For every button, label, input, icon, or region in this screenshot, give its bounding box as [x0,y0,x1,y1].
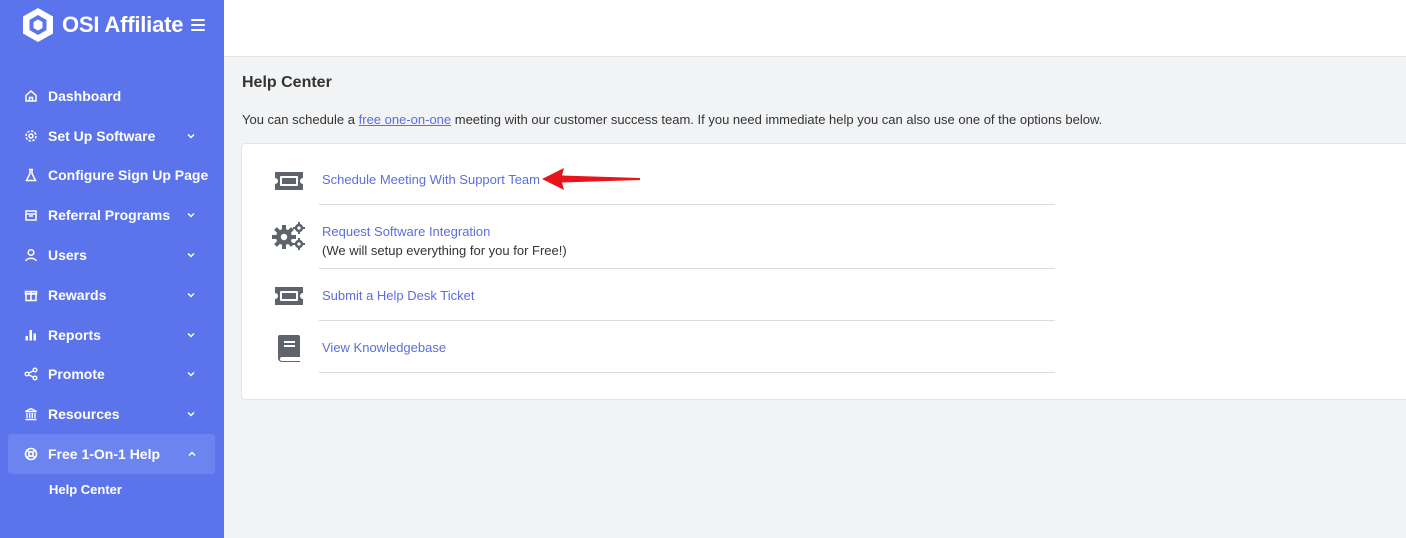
top-header [224,0,1406,57]
sidebar-item-label: Reports [48,326,101,343]
sidebar-item-label: Rewards [48,286,107,303]
chevron-down-icon [187,213,195,218]
sidebar-item-dashboard[interactable]: Dashboard [0,76,224,116]
sidebar-item-label: Dashboard [48,87,122,104]
submit-ticket-link[interactable]: Submit a Help Desk Ticket [322,288,474,303]
sidebar-item-label: Resources [48,406,120,423]
intro-after: meeting with our customer success team. … [451,112,1103,127]
sidebar-item-label: Referral Programs [48,207,171,224]
option-view-knowledgebase: View Knowledgebase [242,321,1062,373]
free-one-on-one-link[interactable]: free one-on-one [359,112,452,127]
sidebar-item-label: Promote [48,366,105,383]
bar-chart-icon [23,327,38,342]
sidebar-item-users[interactable]: Users [0,235,224,275]
home-icon [23,88,38,103]
ticket-icon [272,164,306,198]
option-request-integration: Request Software Integration (We will se… [242,205,1062,269]
bank-icon [23,407,38,422]
gift-icon [23,287,38,302]
page-title: Help Center [242,74,332,91]
intro-before: You can schedule a [242,112,359,127]
chevron-down-icon [187,372,195,378]
life-ring-icon [23,447,38,462]
sidebar-item-reports[interactable]: Reports [0,315,224,355]
schedule-meeting-link[interactable]: Schedule Meeting With Support Team [322,172,540,187]
sidebar-item-promote[interactable]: Promote [0,355,224,395]
sidebar-item-configure-sign-up-page[interactable]: Configure Sign Up Page [0,156,224,196]
divider [319,372,1055,373]
sidebar-item-label: Set Up Software [48,127,156,144]
request-integration-link[interactable]: Request Software Integration [322,224,490,239]
hexagon-logo-icon [23,8,53,42]
sidebar-item-label: Users [48,247,87,264]
intro-text: You can schedule a free one-on-one meeti… [242,112,1102,127]
brand[interactable]: OSI Affiliate [20,6,206,44]
red-arrow-annotation [542,168,640,190]
sidebar-item-free-help[interactable]: Free 1-On-1 Help [8,434,215,474]
chevron-up-icon [188,451,196,457]
sidebar-item-label: Configure Sign Up Page [48,167,209,184]
option-schedule-meeting: Schedule Meeting With Support Team [242,144,1062,205]
sidebar-subitem-help-center[interactable]: Help Center [0,474,224,506]
building-icon [23,208,38,223]
brand-title: OSI Affiliate [62,12,184,37]
sidebar: OSI Affiliate Dashboard Set Up Software … [0,0,224,538]
gear-icon [23,128,38,143]
share-icon [23,367,38,382]
ticket-icon [272,279,306,313]
gears-icon [272,219,306,253]
sidebar-item-rewards[interactable]: Rewards [0,275,224,315]
chevron-down-icon [187,292,195,298]
option-submit-ticket: Submit a Help Desk Ticket [242,269,1062,321]
help-options-card: Schedule Meeting With Support Team Reque… [241,143,1406,400]
request-integration-note: (We will setup everything for you for Fr… [322,243,567,258]
sidebar-item-label: Free 1-On-1 Help [48,446,161,463]
chevron-down-icon [187,412,195,417]
chevron-down-icon [187,332,195,338]
chevron-down-icon [187,253,195,258]
sidebar-item-referral-programs[interactable]: Referral Programs [0,195,224,235]
flask-icon [23,168,38,183]
sidebar-nav: Dashboard Set Up Software Configure Sign… [0,76,224,506]
chevron-down-icon [187,133,195,139]
sidebar-item-resources[interactable]: Resources [0,394,224,434]
sidebar-item-set-up-software[interactable]: Set Up Software [0,116,224,156]
menu-toggle-icon[interactable] [191,19,206,31]
book-icon [272,331,306,365]
user-icon [23,248,38,263]
view-knowledgebase-link[interactable]: View Knowledgebase [322,340,446,355]
